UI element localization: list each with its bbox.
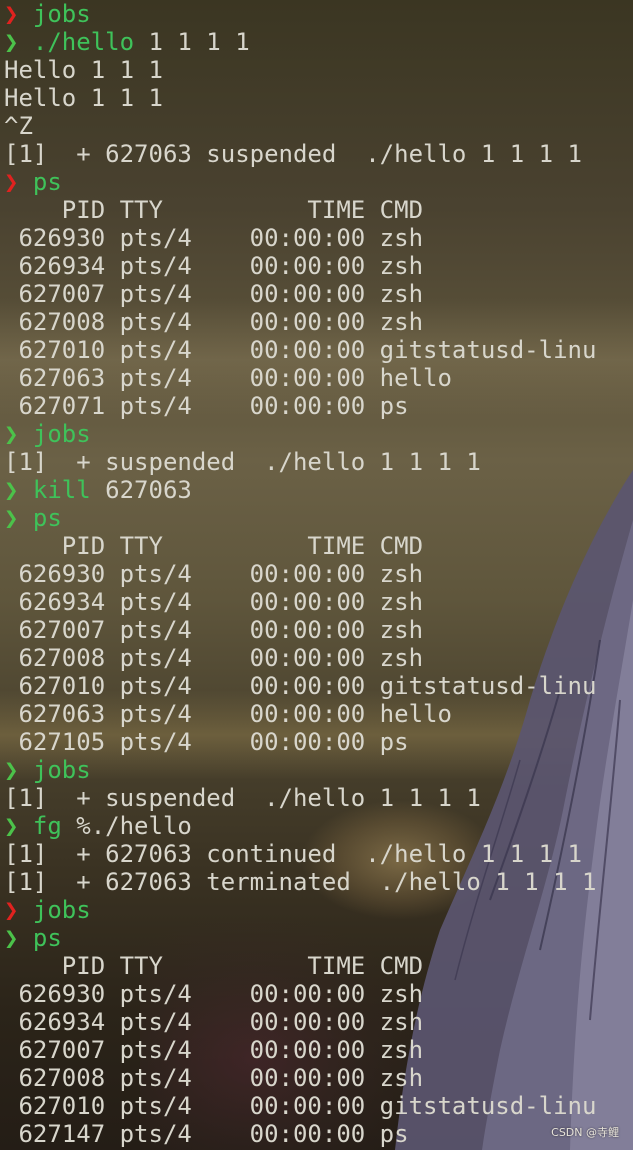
output-line: PID TTY TIME CMD	[4, 196, 633, 224]
prompt-arrow-icon: ❯	[4, 924, 19, 952]
command-args: %./hello	[61, 812, 192, 840]
output-line: Hello 1 1 1	[4, 56, 633, 84]
output-line: 626930 pts/4 00:00:00 zsh	[4, 560, 633, 588]
output-text: Hello 1 1 1	[4, 84, 163, 112]
output-line: 627007 pts/4 00:00:00 zsh	[4, 1036, 633, 1064]
output-line: 627007 pts/4 00:00:00 zsh	[4, 280, 633, 308]
output-text: [1] + 627063 continued ./hello 1 1 1 1	[4, 840, 582, 868]
output-line: 626930 pts/4 00:00:00 zsh	[4, 980, 633, 1008]
output-line: 627008 pts/4 00:00:00 zsh	[4, 308, 633, 336]
output-line: 627008 pts/4 00:00:00 zsh	[4, 644, 633, 672]
output-text: 627010 pts/4 00:00:00 gitstatusd-linu	[4, 1092, 597, 1120]
output-line: [1] + suspended ./hello 1 1 1 1	[4, 448, 633, 476]
output-line: 627008 pts/4 00:00:00 zsh	[4, 1064, 633, 1092]
prompt-line: ❯ jobs	[4, 0, 633, 28]
command-args: 1 1 1 1	[134, 28, 250, 56]
output-line: 626934 pts/4 00:00:00 zsh	[4, 588, 633, 616]
output-line: 627071 pts/4 00:00:00 ps	[4, 392, 633, 420]
output-line: 627105 pts/4 00:00:00 ps	[4, 728, 633, 756]
command-text: jobs	[32, 420, 91, 448]
prompt-line: ❯ jobs	[4, 896, 633, 924]
command-args: 627063	[90, 476, 192, 504]
output-text: ^Z	[4, 112, 33, 140]
output-text: [1] + suspended ./hello 1 1 1 1	[4, 784, 481, 812]
prompt-line: ❯ ps	[4, 924, 633, 952]
output-text: 627007 pts/4 00:00:00 zsh	[4, 280, 424, 308]
output-line: 626934 pts/4 00:00:00 zsh	[4, 252, 633, 280]
output-text: 626934 pts/4 00:00:00 zsh	[4, 588, 424, 616]
output-line: 627063 pts/4 00:00:00 hello	[4, 700, 633, 728]
prompt-arrow-icon: ❯	[4, 0, 19, 28]
prompt-arrow-icon: ❯	[4, 476, 19, 504]
output-text: 627063 pts/4 00:00:00 hello	[4, 364, 452, 392]
output-text: 626934 pts/4 00:00:00 zsh	[4, 1008, 424, 1036]
output-text: 627063 pts/4 00:00:00 hello	[4, 700, 452, 728]
output-line: [1] + 627063 suspended ./hello 1 1 1 1	[4, 140, 633, 168]
output-text: [1] + 627063 suspended ./hello 1 1 1 1	[4, 140, 582, 168]
prompt-arrow-icon: ❯	[4, 168, 19, 196]
output-line: [1] + 627063 terminated ./hello 1 1 1 1	[4, 868, 633, 896]
command-text: jobs	[32, 0, 91, 28]
command-text: kill	[32, 476, 91, 504]
command-text: ./hello	[32, 28, 135, 56]
output-text: 627105 pts/4 00:00:00 ps	[4, 728, 409, 756]
command-text: ps	[32, 924, 62, 952]
prompt-arrow-icon: ❯	[4, 504, 19, 532]
prompt-arrow-icon: ❯	[4, 812, 19, 840]
output-text: 627008 pts/4 00:00:00 zsh	[4, 1064, 424, 1092]
output-line: 627010 pts/4 00:00:00 gitstatusd-linu	[4, 336, 633, 364]
command-text: ps	[32, 504, 62, 532]
output-text: [1] + suspended ./hello 1 1 1 1	[4, 448, 481, 476]
prompt-arrow-icon: ❯	[4, 420, 19, 448]
output-text: 626930 pts/4 00:00:00 zsh	[4, 560, 424, 588]
terminal-output: ❯ jobs ❯ ./hello 1 1 1 1 Hello 1 1 1 Hello …	[4, 0, 633, 1148]
output-line: 627063 pts/4 00:00:00 hello	[4, 364, 633, 392]
output-text: 626934 pts/4 00:00:00 zsh	[4, 252, 424, 280]
command-text: fg	[32, 812, 62, 840]
output-line: 627007 pts/4 00:00:00 zsh	[4, 616, 633, 644]
output-line: Hello 1 1 1	[4, 84, 633, 112]
command-text: jobs	[32, 896, 91, 924]
output-text: 627010 pts/4 00:00:00 gitstatusd-linu	[4, 672, 597, 700]
prompt-line: ❯ ps	[4, 504, 633, 532]
prompt-line: ❯ jobs	[4, 756, 633, 784]
output-text: 627010 pts/4 00:00:00 gitstatusd-linu	[4, 336, 597, 364]
output-text: PID TTY TIME CMD	[4, 532, 424, 560]
prompt-arrow-icon: ❯	[4, 896, 19, 924]
prompt-line: ❯ ps	[4, 168, 633, 196]
prompt-arrow-icon: ❯	[4, 756, 19, 784]
output-line: 627010 pts/4 00:00:00 gitstatusd-linu	[4, 672, 633, 700]
command-text: ps	[32, 168, 62, 196]
output-text: [1] + 627063 terminated ./hello 1 1 1 1	[4, 868, 597, 896]
output-line: [1] + suspended ./hello 1 1 1 1	[4, 784, 633, 812]
output-text: PID TTY TIME CMD	[4, 952, 424, 980]
output-line: 627010 pts/4 00:00:00 gitstatusd-linu	[4, 1092, 633, 1120]
prompt-line: ❯ ./hello 1 1 1 1	[4, 28, 633, 56]
prompt-line: ❯ fg %./hello	[4, 812, 633, 840]
output-text: 627147 pts/4 00:00:00 ps	[4, 1120, 409, 1148]
output-text: 627007 pts/4 00:00:00 zsh	[4, 616, 424, 644]
prompt-arrow-icon: ❯	[4, 28, 19, 56]
output-text: 626930 pts/4 00:00:00 zsh	[4, 224, 424, 252]
output-line: 627147 pts/4 00:00:00 ps	[4, 1120, 633, 1148]
output-text: Hello 1 1 1	[4, 56, 163, 84]
command-text: jobs	[32, 756, 91, 784]
output-line: PID TTY TIME CMD	[4, 532, 633, 560]
output-text: 627007 pts/4 00:00:00 zsh	[4, 1036, 424, 1064]
output-line: [1] + 627063 continued ./hello 1 1 1 1	[4, 840, 633, 868]
prompt-line: ❯ jobs	[4, 420, 633, 448]
prompt-line: ❯ kill 627063	[4, 476, 633, 504]
watermark: CSDN @寺鲤	[551, 1126, 619, 1139]
output-text: 627008 pts/4 00:00:00 zsh	[4, 308, 424, 336]
output-text: 627071 pts/4 00:00:00 ps	[4, 392, 409, 420]
output-line: ^Z	[4, 112, 633, 140]
output-text: 627008 pts/4 00:00:00 zsh	[4, 644, 424, 672]
output-text: 626930 pts/4 00:00:00 zsh	[4, 980, 424, 1008]
output-line: 626930 pts/4 00:00:00 zsh	[4, 224, 633, 252]
output-line: 626934 pts/4 00:00:00 zsh	[4, 1008, 633, 1036]
output-line: PID TTY TIME CMD	[4, 952, 633, 980]
output-text: PID TTY TIME CMD	[4, 196, 424, 224]
